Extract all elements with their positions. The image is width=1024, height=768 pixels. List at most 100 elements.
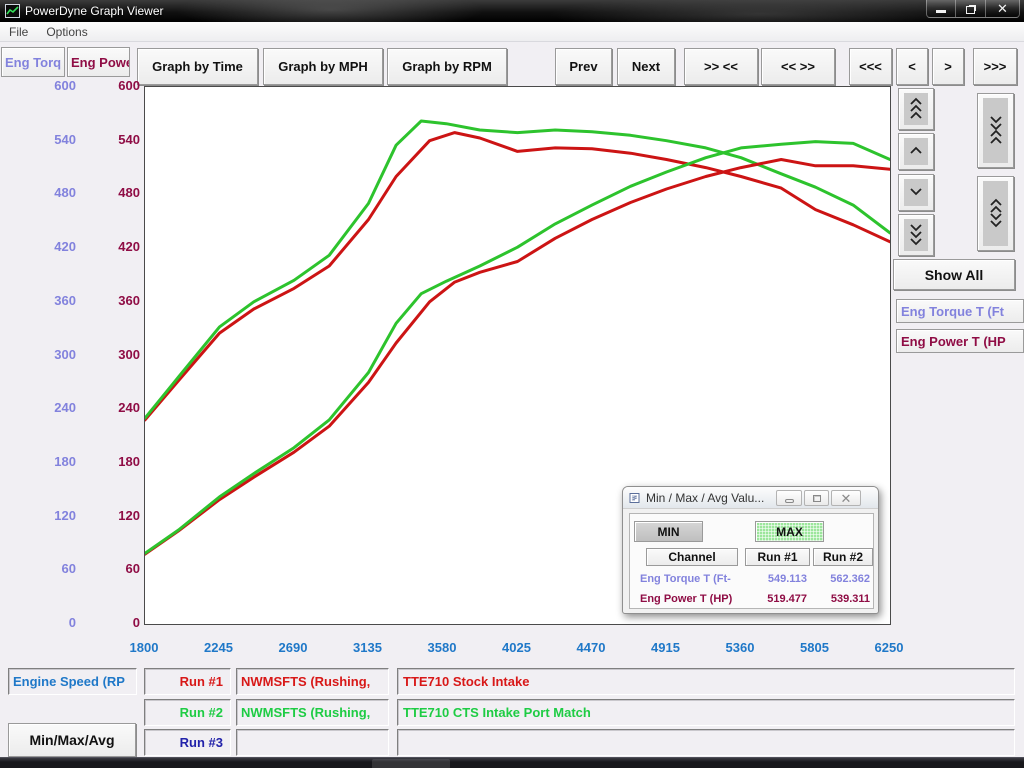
run-comment-field-3[interactable] bbox=[397, 729, 1015, 756]
minmax-col-run-1[interactable]: Run #1 bbox=[745, 548, 810, 566]
ytick-torque-420: 420 bbox=[6, 239, 76, 254]
ytick-power-600: 600 bbox=[80, 78, 140, 93]
next-button[interactable]: Next bbox=[617, 48, 675, 85]
ytick-torque-0: 0 bbox=[6, 615, 76, 630]
scroll-right-fast-button[interactable]: >>> bbox=[973, 48, 1017, 85]
xtick-6250: 6250 bbox=[859, 640, 919, 655]
run-comment-field-2[interactable]: TTE710 CTS Intake Port Match bbox=[397, 699, 1015, 726]
ytick-power-60: 60 bbox=[80, 561, 140, 576]
scroll-right-button[interactable]: > bbox=[932, 48, 964, 85]
xtick-3135: 3135 bbox=[338, 640, 398, 655]
menu-bar: File Options bbox=[0, 22, 1024, 42]
run-comment-field-1[interactable]: TTE710 Stock Intake bbox=[397, 668, 1015, 695]
close-button[interactable]: ✕ bbox=[986, 0, 1020, 18]
ytick-torque-600: 600 bbox=[6, 78, 76, 93]
scroll-left-button[interactable]: < bbox=[896, 48, 928, 85]
app-icon bbox=[5, 4, 20, 18]
ytick-torque-120: 120 bbox=[6, 508, 76, 523]
channel-list-power[interactable]: Eng Power T (HP bbox=[896, 329, 1024, 353]
restore-button[interactable] bbox=[956, 0, 986, 18]
window-title: PowerDyne Graph Viewer bbox=[25, 4, 164, 18]
channel-toggle-torque[interactable]: Eng Torq bbox=[1, 47, 65, 77]
zoom-out-x-button[interactable]: << >> bbox=[761, 48, 835, 85]
triple-down-icon bbox=[904, 219, 928, 251]
graph-by-rpm-button[interactable]: Graph by RPM bbox=[387, 48, 507, 85]
ytick-torque-540: 540 bbox=[6, 132, 76, 147]
dialog-icon bbox=[629, 492, 641, 504]
channel-list-torque[interactable]: Eng Torque T (Ft bbox=[896, 299, 1024, 323]
show-all-button[interactable]: Show All bbox=[893, 259, 1015, 290]
xtick-2245: 2245 bbox=[189, 640, 249, 655]
channel-toggle-power[interactable]: Eng Powe bbox=[67, 47, 130, 77]
dialog-restore-button[interactable] bbox=[804, 490, 829, 506]
dialog-restore-icon bbox=[813, 495, 821, 502]
ytick-power-480: 480 bbox=[80, 185, 140, 200]
dialog-close-icon: ✕ bbox=[841, 492, 852, 505]
minmax-row-channel: Eng Power T (HP) bbox=[640, 593, 742, 605]
ytick-torque-180: 180 bbox=[6, 454, 76, 469]
ytick-power-0: 0 bbox=[80, 615, 140, 630]
minimize-button[interactable] bbox=[926, 0, 956, 18]
zoom-in-y-button[interactable] bbox=[977, 93, 1014, 168]
minmaxavg-button[interactable]: Min/Max/Avg bbox=[8, 723, 136, 757]
dialog-minimize-icon bbox=[785, 499, 794, 503]
menu-options[interactable]: Options bbox=[37, 23, 96, 41]
ytick-power-420: 420 bbox=[80, 239, 140, 254]
taskbar-item bbox=[372, 759, 450, 768]
xtick-5805: 5805 bbox=[785, 640, 845, 655]
run-file-field-3[interactable] bbox=[236, 729, 389, 756]
ytick-power-540: 540 bbox=[80, 132, 140, 147]
ytick-torque-60: 60 bbox=[6, 561, 76, 576]
scroll-down-button[interactable] bbox=[898, 174, 934, 211]
minmax-col-run-2[interactable]: Run #2 bbox=[813, 548, 873, 566]
collapse-vertical-icon bbox=[983, 98, 1008, 163]
x-channel-field[interactable]: Engine Speed (RP bbox=[8, 668, 137, 695]
xtick-4025: 4025 bbox=[487, 640, 547, 655]
menu-file[interactable]: File bbox=[0, 23, 37, 41]
powerdyne-window: PowerDyne Graph Viewer ✕ File Options En… bbox=[0, 0, 1024, 768]
run-name-field-2: Run #2 bbox=[144, 699, 231, 726]
dialog-close-button[interactable]: ✕ bbox=[831, 490, 861, 506]
graph-by-mph-button[interactable]: Graph by MPH bbox=[263, 48, 383, 85]
minmax-row-run1-value: 519.477 bbox=[745, 593, 807, 605]
prev-button[interactable]: Prev bbox=[555, 48, 612, 85]
dialog-minimize-button[interactable] bbox=[776, 490, 802, 506]
xtick-4470: 4470 bbox=[561, 640, 621, 655]
ytick-power-120: 120 bbox=[80, 508, 140, 523]
ytick-power-360: 360 bbox=[80, 293, 140, 308]
scroll-down-fast-button[interactable] bbox=[898, 214, 934, 256]
max-toggle-button[interactable]: MAX bbox=[755, 521, 824, 542]
zoom-out-y-button[interactable] bbox=[977, 176, 1014, 251]
ytick-torque-300: 300 bbox=[6, 347, 76, 362]
run-name-field-3: Run #3 bbox=[144, 729, 231, 756]
xtick-3580: 3580 bbox=[412, 640, 472, 655]
torque-curve-run1 bbox=[145, 133, 890, 420]
minmax-col-channel[interactable]: Channel bbox=[646, 548, 738, 566]
run-file-field-1[interactable]: NWMSFTS (Rushing, bbox=[236, 668, 389, 695]
minmax-row-run1-value: 549.113 bbox=[745, 573, 807, 585]
minmax-row-channel: Eng Torque T (Ft- bbox=[640, 573, 742, 585]
scroll-left-fast-button[interactable]: <<< bbox=[849, 48, 892, 85]
ytick-power-240: 240 bbox=[80, 400, 140, 415]
close-icon: ✕ bbox=[997, 2, 1008, 15]
title-bar[interactable]: PowerDyne Graph Viewer ✕ bbox=[0, 0, 1024, 22]
taskbar-strip bbox=[0, 757, 1024, 768]
run-file-field-2[interactable]: NWMSFTS (Rushing, bbox=[236, 699, 389, 726]
graph-by-time-button[interactable]: Graph by Time bbox=[137, 48, 258, 85]
scroll-up-button[interactable] bbox=[898, 133, 934, 170]
expand-vertical-icon bbox=[983, 181, 1008, 246]
zoom-in-x-button[interactable]: >> << bbox=[684, 48, 758, 85]
restore-icon bbox=[966, 6, 975, 14]
torque-curve-run2 bbox=[145, 121, 890, 418]
up-icon bbox=[904, 138, 928, 165]
window-controls: ✕ bbox=[926, 0, 1020, 18]
minmax-dialog[interactable]: Min / Max / Avg Valu... ✕ MIN MAX Channe… bbox=[622, 486, 879, 614]
ytick-power-180: 180 bbox=[80, 454, 140, 469]
xtick-5360: 5360 bbox=[710, 640, 770, 655]
run-name-field-1: Run #1 bbox=[144, 668, 231, 695]
ytick-torque-240: 240 bbox=[6, 400, 76, 415]
minmax-dialog-titlebar[interactable]: Min / Max / Avg Valu... ✕ bbox=[623, 487, 878, 509]
ytick-torque-480: 480 bbox=[6, 185, 76, 200]
scroll-up-fast-button[interactable] bbox=[898, 88, 934, 130]
min-toggle-button[interactable]: MIN bbox=[634, 521, 703, 542]
